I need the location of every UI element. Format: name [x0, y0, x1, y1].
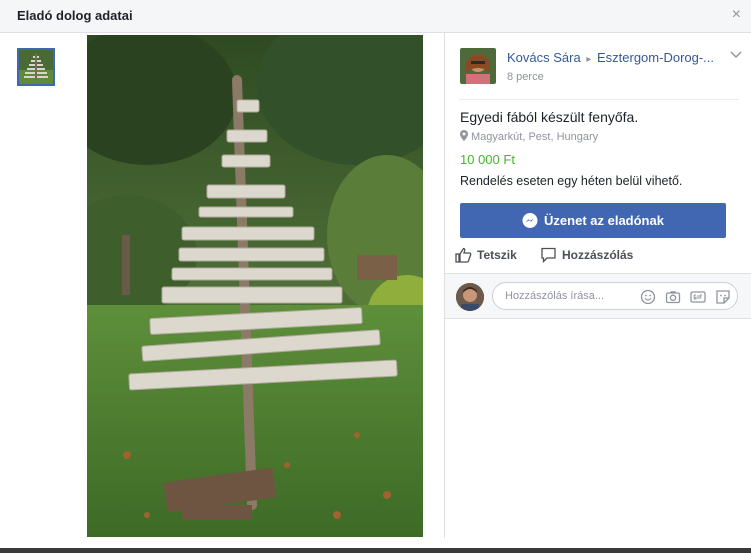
- comment-composer: [445, 274, 751, 319]
- comment-button[interactable]: Hozzászólás: [540, 247, 633, 263]
- item-location: Magyarkút, Pest, Hungary: [460, 130, 598, 143]
- thumbnail-strip: [0, 33, 86, 538]
- main-photo[interactable]: [87, 35, 423, 537]
- comment-icon: [541, 247, 556, 263]
- like-label: Tetszik: [477, 248, 517, 262]
- wooden-christmas-tree-image: [87, 35, 423, 537]
- breadcrumb-arrow-icon: ▸: [586, 54, 592, 65]
- dialog-header: Eladó dolog adatai ×: [0, 0, 751, 33]
- emoji-icon[interactable]: [640, 289, 656, 305]
- comment-input-wrapper: [492, 282, 738, 310]
- seller-avatar[interactable]: [460, 48, 496, 84]
- seller-line: Kovács Sára ▸ Esztergom-Dorog-...: [507, 50, 714, 65]
- seller-name-link[interactable]: Kovács Sára: [507, 50, 581, 65]
- comment-input[interactable]: [503, 289, 627, 303]
- item-price: 10 000 Ft: [460, 152, 515, 167]
- dialog-title: Eladó dolog adatai: [17, 8, 133, 23]
- gif-icon[interactable]: [690, 289, 706, 305]
- location-text[interactable]: Magyarkút, Pest, Hungary: [471, 131, 598, 143]
- current-user-avatar[interactable]: [456, 283, 484, 311]
- item-details-panel: Kovács Sára ▸ Esztergom-Dorog-... 8 perc…: [444, 33, 751, 538]
- item-description: Rendelés eseten egy héten belül vihető.: [460, 174, 683, 188]
- close-icon[interactable]: ×: [732, 6, 741, 24]
- chevron-down-icon[interactable]: [730, 48, 742, 62]
- messenger-icon: [522, 212, 538, 228]
- group-link[interactable]: Esztergom-Dorog-...: [597, 50, 714, 65]
- comment-label: Hozzászólás: [562, 248, 634, 262]
- item-details-dialog: Eladó dolog adatai × Kovács Sára ▸ Eszte…: [0, 0, 751, 548]
- like-button[interactable]: Tetszik: [455, 247, 517, 263]
- divider: [459, 99, 739, 100]
- item-title: Egyedi fából készült fenyőfa.: [460, 109, 639, 125]
- comment-tools: [640, 289, 731, 305]
- backdrop: [0, 548, 751, 553]
- camera-icon[interactable]: [665, 289, 681, 305]
- post-time[interactable]: 8 perce: [507, 71, 544, 83]
- location-pin-icon: [460, 130, 468, 141]
- like-icon: [455, 247, 472, 263]
- sticker-icon[interactable]: [715, 289, 731, 305]
- photo-thumbnail[interactable]: [17, 48, 55, 86]
- message-seller-button[interactable]: Üzenet az eladónak: [460, 203, 726, 238]
- message-seller-label: Üzenet az eladónak: [544, 213, 664, 228]
